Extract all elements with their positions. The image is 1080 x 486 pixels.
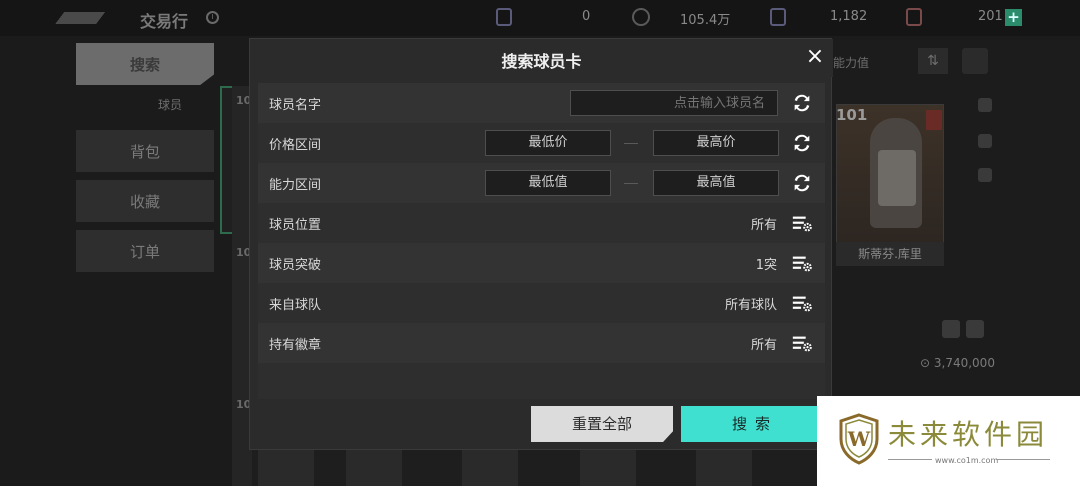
- filter-settings-icon[interactable]: [791, 212, 813, 234]
- top-bar: 交易行 i 0 105.4万 1,182 201 +: [0, 0, 1080, 36]
- sidebar-item-orders[interactable]: 订单: [76, 230, 214, 272]
- filter-label: 来自球队: [269, 297, 322, 313]
- player-card-thumb[interactable]: [346, 446, 402, 486]
- player-name-input[interactable]: [570, 90, 778, 116]
- sidebar-item-favorites[interactable]: 收藏: [76, 180, 214, 222]
- breakthrough-value: 1突: [755, 257, 777, 273]
- add-currency-button[interactable]: +: [1005, 9, 1022, 26]
- currency-badge-value: 1,182: [830, 9, 868, 24]
- coin-icon: [632, 8, 650, 26]
- filter-row-price-range: 价格区间 最低价 最高价: [258, 123, 825, 163]
- max-ability-input[interactable]: 最高值: [653, 170, 779, 196]
- filter-settings-icon[interactable]: [791, 252, 813, 274]
- position-value: 所有: [750, 217, 777, 233]
- filter-settings-icon[interactable]: [791, 292, 813, 314]
- filter-label: 价格区间: [269, 137, 322, 153]
- player-price: ⊙ 3,740,000: [920, 356, 995, 370]
- watermark-url: www.co1m.com: [935, 456, 999, 465]
- filter-label: 持有徽章: [269, 337, 322, 353]
- sidebar-item-search[interactable]: 搜索: [76, 43, 214, 85]
- currency-ticket-value: 0: [582, 9, 591, 24]
- player-card-thumb[interactable]: [258, 446, 314, 486]
- badge-value: 所有: [750, 337, 777, 353]
- player-card-thumb[interactable]: [580, 446, 636, 486]
- watermark-text: 未来软件园: [886, 418, 1051, 454]
- badge-icon: [770, 8, 786, 26]
- refresh-icon[interactable]: [791, 92, 813, 114]
- page-title: 交易行: [140, 12, 189, 31]
- team-value: 所有球队: [724, 297, 777, 313]
- watermark-divider: [996, 459, 1050, 460]
- close-icon[interactable]: ×: [804, 46, 826, 69]
- dialog-header: 搜索球员卡 ×: [250, 39, 833, 77]
- ticket-icon: [496, 8, 512, 26]
- filter-row-player-name: 球员名字: [258, 83, 825, 123]
- filter-label: 球员突破: [269, 257, 322, 273]
- refresh-icon[interactable]: [791, 132, 813, 154]
- sidebar-item-label: 搜索: [129, 55, 160, 74]
- filter-label: 球员名字: [269, 97, 322, 113]
- info-icon[interactable]: i: [206, 11, 219, 24]
- player-price-value: 3,740,000: [933, 356, 995, 370]
- sidebar-item-label: 收藏: [129, 192, 160, 211]
- reset-all-button[interactable]: 重置全部: [531, 406, 673, 442]
- min-ability-input[interactable]: 最低值: [485, 170, 611, 196]
- range-separator: [624, 143, 638, 144]
- filter-label: 能力区间: [269, 177, 322, 193]
- watermark-logo-letter: W: [847, 427, 871, 451]
- sort-label: 能力值: [833, 56, 870, 70]
- watermark-text-value: 未来软件园: [888, 418, 1049, 451]
- filter-settings-icon[interactable]: [791, 332, 813, 354]
- player-card-thumb[interactable]: [462, 446, 518, 486]
- player-jersey: [878, 150, 916, 206]
- star-icon[interactable]: [978, 98, 992, 112]
- lock-icon[interactable]: [942, 320, 960, 338]
- max-price-input[interactable]: 最高价: [653, 130, 779, 156]
- sort-toggle-button[interactable]: ⇅: [918, 48, 948, 74]
- lock-icon[interactable]: [966, 320, 984, 338]
- watermark-divider: [888, 459, 932, 460]
- currency-pack-value: 201: [978, 9, 1003, 24]
- sidebar-item-bag[interactable]: 背包: [76, 130, 214, 172]
- search-player-card-dialog: 搜索球员卡 × 球员名字 价格区间 最低价 最高价 能力区间 最低: [249, 38, 833, 450]
- watermark-logo-icon: W: [839, 413, 879, 465]
- player-rating: 101: [836, 106, 868, 124]
- person-icon[interactable]: [978, 134, 992, 148]
- player-name: 斯蒂芬.库里: [836, 242, 944, 266]
- range-separator: [624, 183, 638, 184]
- filter-label: 球员位置: [269, 217, 322, 233]
- card-pack-icon: [906, 8, 922, 26]
- refresh-icon[interactable]: [791, 172, 813, 194]
- player-flag: [926, 110, 942, 130]
- versus-icon[interactable]: [978, 168, 992, 182]
- player-card-thumb[interactable]: [696, 446, 752, 486]
- search-button[interactable]: 搜索: [681, 406, 829, 442]
- filter-row-position[interactable]: 球员位置 所有: [258, 203, 825, 243]
- game-logo: [50, 12, 124, 24]
- filter-row-ability-range: 能力区间 最低值 最高值: [258, 163, 825, 203]
- dialog-title: 搜索球员卡: [501, 52, 582, 71]
- filter-list: 球员名字 价格区间 最低价 最高价 能力区间 最低值 最高值: [258, 83, 825, 363]
- filter-row-team[interactable]: 来自球队 所有球队: [258, 283, 825, 323]
- sidebar-item-label: 订单: [129, 242, 160, 261]
- dialog-spacer: [258, 363, 825, 399]
- min-price-input[interactable]: 最低价: [485, 130, 611, 156]
- filter-row-breakthrough[interactable]: 球员突破 1突: [258, 243, 825, 283]
- sidebar-item-label: 背包: [129, 142, 160, 161]
- currency-coin-value: 105.4万: [680, 13, 731, 28]
- avatar-button[interactable]: [962, 48, 988, 74]
- filter-row-badge[interactable]: 持有徽章 所有: [258, 323, 825, 363]
- sidebar-sub-players[interactable]: 球员: [158, 96, 182, 113]
